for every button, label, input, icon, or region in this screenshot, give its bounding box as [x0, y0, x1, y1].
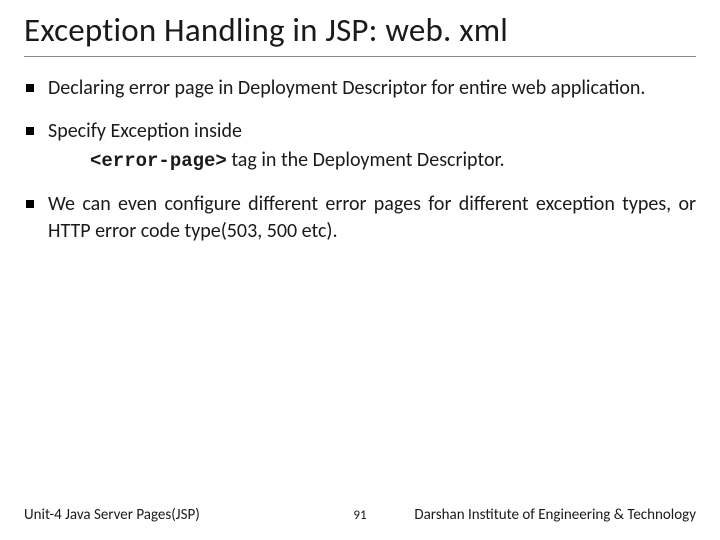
bullet-text: Declaring error page in Deployment Descr… — [48, 76, 645, 100]
list-item: Specify Exception inside <error-page> ta… — [24, 118, 696, 175]
code-tag: <error-page> — [90, 150, 227, 172]
footer-unit: Unit-4 Java Server Pages(JSP) — [24, 506, 200, 524]
slide: Exception Handling in JSP: web. xml Decl… — [0, 0, 720, 540]
bullet-text: We can even configure different error pa… — [48, 192, 696, 243]
list-item: Declaring error page in Deployment Descr… — [24, 75, 696, 102]
list-item: We can even configure different error pa… — [24, 191, 696, 245]
footer: Unit-4 Java Server Pages(JSP) 91 Darshan… — [0, 506, 720, 524]
footer-page-number: 91 — [353, 508, 366, 523]
bullet-text: Specify Exception inside — [48, 119, 242, 143]
footer-institute: Darshan Institute of Engineering & Techn… — [414, 506, 696, 524]
bullet-subline: <error-page> tag in the Deployment Descr… — [48, 147, 696, 175]
page-title: Exception Handling in JSP: web. xml — [24, 10, 696, 57]
bullet-subtext: tag in the Deployment Descriptor. — [227, 148, 505, 172]
bullet-list: Declaring error page in Deployment Descr… — [24, 75, 696, 245]
